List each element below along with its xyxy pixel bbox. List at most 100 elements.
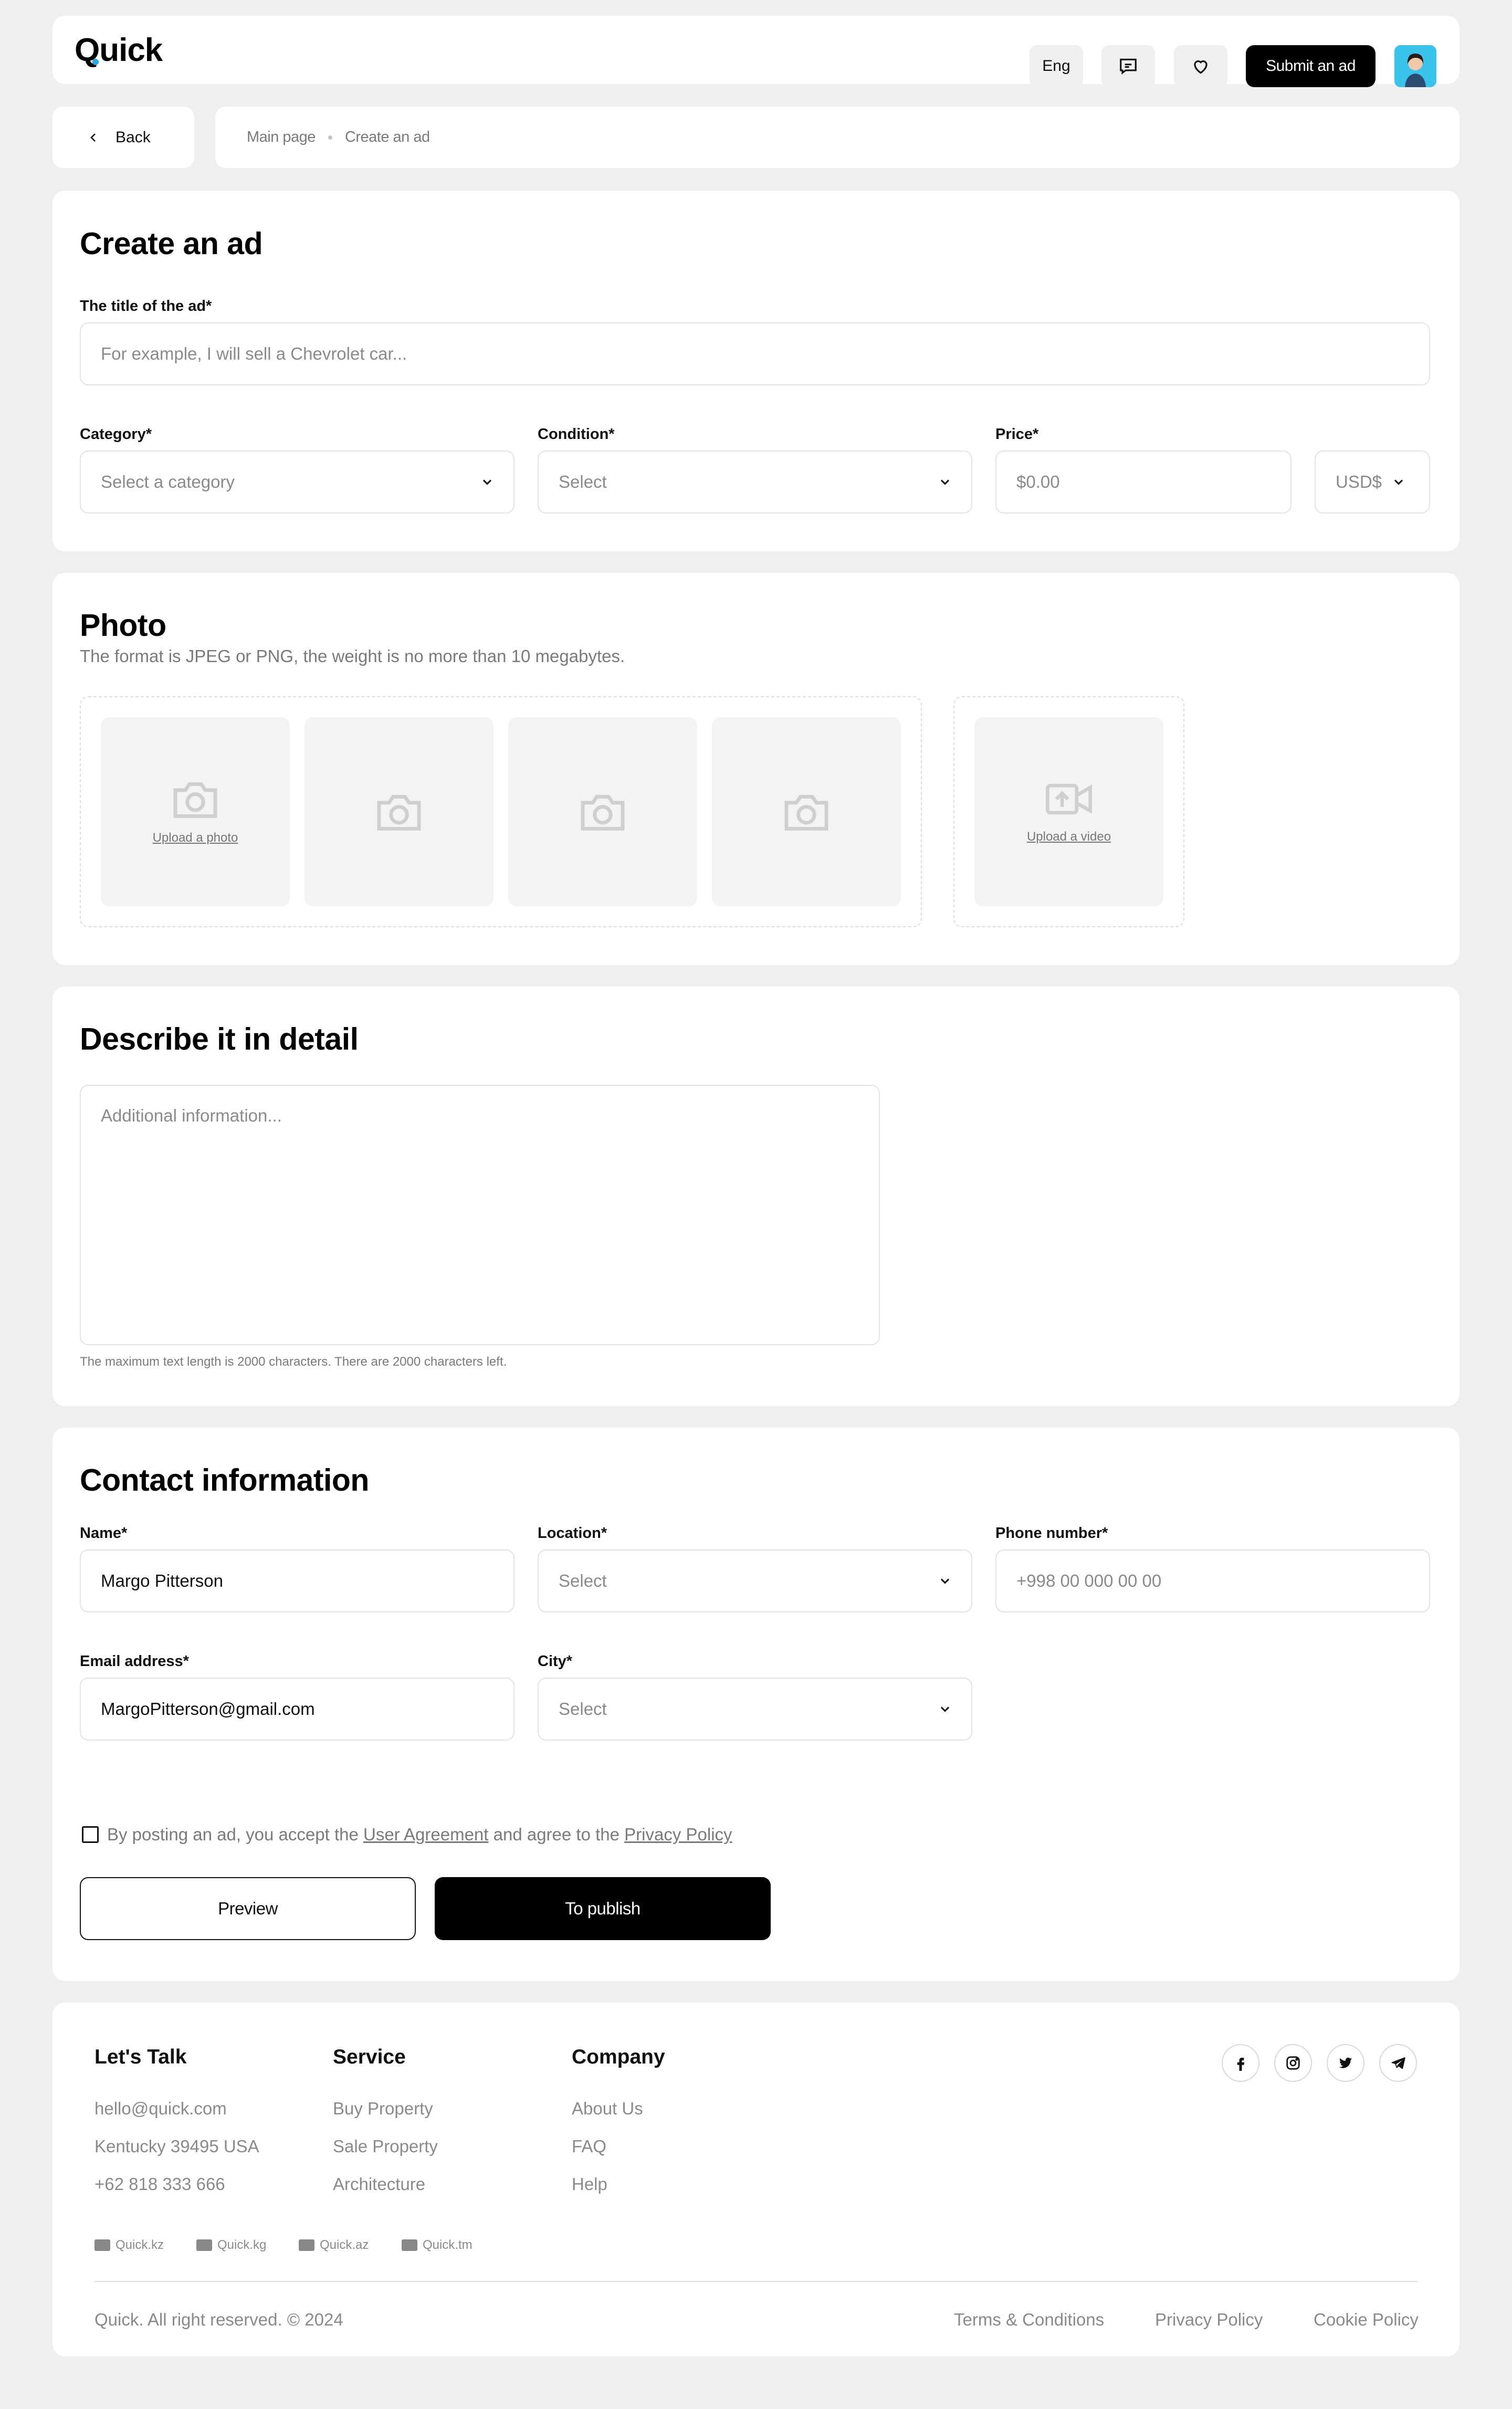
photo-title: Photo [80, 608, 166, 643]
location-select[interactable]: Select [538, 1549, 972, 1612]
terms-link[interactable]: Terms & Conditions [954, 2310, 1104, 2330]
facebook-button[interactable] [1222, 2044, 1259, 2082]
domain-link-tm[interactable]: Quick.tm [402, 2238, 472, 2253]
chevron-down-icon [1394, 479, 1403, 485]
agreement-row: By posting an ad, you accept the User Ag… [82, 1825, 732, 1845]
avatar[interactable] [1394, 45, 1436, 87]
twitter-button[interactable] [1327, 2044, 1364, 2082]
messages-button[interactable] [1101, 45, 1155, 87]
photo-subtitle: The format is JPEG or PNG, the weight is… [80, 646, 625, 666]
tm-flag-icon [402, 2239, 417, 2251]
description-textarea[interactable]: Additional information... [80, 1085, 880, 1345]
publish-label: To publish [565, 1899, 640, 1918]
footer-help-link[interactable]: Help [572, 2174, 607, 2194]
kz-flag-icon [94, 2239, 110, 2251]
city-label: City* [538, 1653, 573, 1670]
twitter-icon [1339, 2057, 1352, 2068]
back-button[interactable]: Back [52, 107, 194, 168]
domain-tm-label: Quick.tm [423, 2238, 472, 2252]
name-input[interactable]: Margo Pitterson [80, 1549, 514, 1612]
price-placeholder: $0.00 [1016, 472, 1060, 491]
price-input[interactable]: $0.00 [995, 451, 1292, 514]
footer-faq-link[interactable]: FAQ [572, 2136, 606, 2156]
breadcrumb-main-page[interactable]: Main page [247, 129, 316, 146]
az-flag-icon [299, 2239, 314, 2251]
preview-button[interactable]: Preview [80, 1877, 416, 1940]
phone-label: Phone number* [995, 1525, 1108, 1542]
user-avatar-icon [1394, 45, 1436, 87]
footer-sale-property-link[interactable]: Sale Property [333, 2136, 438, 2156]
footer-lets-talk-title: Let's Talk [94, 2046, 187, 2068]
footer-architecture-link[interactable]: Architecture [333, 2174, 425, 2194]
photo-slot-2[interactable] [304, 717, 494, 906]
kg-flag-icon [196, 2239, 212, 2251]
user-agreement-link[interactable]: User Agreement [363, 1825, 488, 1845]
upload-video-link[interactable]: Upload a video [1027, 830, 1111, 844]
footer-service-title: Service [333, 2046, 406, 2068]
video-upload-icon [1046, 783, 1092, 815]
name-label: Name* [80, 1525, 128, 1542]
footer-about-link[interactable]: About Us [572, 2099, 643, 2119]
category-value: Select a category [101, 472, 235, 491]
privacy-policy-link[interactable]: Privacy Policy [624, 1825, 732, 1845]
phone-placeholder: +998 00 000 00 00 [1016, 1571, 1162, 1590]
footer-buy-property-link[interactable]: Buy Property [333, 2099, 433, 2119]
describe-title: Describe it in detail [80, 1022, 359, 1056]
description-hint: The maximum text length is 2000 characte… [80, 1355, 507, 1369]
publish-button[interactable]: To publish [435, 1877, 771, 1940]
logo-text: Quick [75, 32, 163, 68]
photo-slot-4[interactable] [712, 717, 901, 906]
footer-privacy-link[interactable]: Privacy Policy [1155, 2310, 1263, 2330]
footer-company-title: Company [572, 2046, 665, 2068]
footer-email-link[interactable]: hello@quick.com [94, 2099, 227, 2119]
domain-link-az[interactable]: Quick.az [299, 2238, 369, 2253]
email-label: Email address* [80, 1653, 189, 1670]
email-input[interactable]: MargoPitterson@gmail.com [80, 1678, 514, 1741]
favorites-button[interactable] [1174, 45, 1227, 87]
facebook-icon [1237, 2058, 1245, 2071]
chevron-down-icon [482, 479, 492, 485]
telegram-icon [1391, 2057, 1405, 2069]
breadcrumb-current: Create an ad [344, 129, 430, 145]
upload-photo-link[interactable]: Upload a photo [153, 831, 238, 845]
category-select[interactable]: Select a category [80, 451, 514, 514]
chevron-left-icon [90, 133, 96, 142]
instagram-button[interactable] [1274, 2044, 1312, 2082]
create-ad-title: Create an ad [80, 226, 263, 261]
currency-value: USD$ [1336, 472, 1382, 491]
currency-select[interactable]: USD$ [1315, 451, 1430, 514]
domain-link-kg[interactable]: Quick.kg [196, 2238, 266, 2253]
description-placeholder: Additional information... [101, 1106, 282, 1125]
logo[interactable]: Quick [75, 32, 163, 69]
domain-link-kz[interactable]: Quick.kz [94, 2238, 164, 2253]
agreement-checkbox[interactable] [82, 1826, 99, 1843]
cookie-policy-link[interactable]: Cookie Policy [1314, 2310, 1419, 2330]
category-label: Category* [80, 426, 152, 443]
footer-phone-link[interactable]: +62 818 333 666 [94, 2174, 225, 2194]
breadcrumb-separator-icon [328, 135, 332, 140]
ad-title-input[interactable]: For example, I will sell a Chevrolet car… [80, 322, 1430, 385]
camera-icon [173, 782, 217, 818]
agreement-text-prefix: By posting an ad, you accept the [107, 1825, 363, 1844]
photo-slot-1[interactable]: Upload a photo [101, 717, 290, 906]
photo-slot-3[interactable] [508, 717, 697, 906]
chevron-down-icon [940, 1706, 950, 1712]
price-label: Price* [995, 426, 1039, 443]
location-value: Select [559, 1571, 607, 1590]
condition-select[interactable]: Select [538, 451, 972, 514]
top-header: Quick Eng Submit an ad [52, 16, 1460, 87]
phone-input[interactable]: +998 00 000 00 00 [995, 1549, 1430, 1612]
footer-divider [94, 2281, 1418, 2282]
submit-ad-button[interactable]: Submit an ad [1246, 45, 1376, 87]
video-slot[interactable]: Upload a video [974, 717, 1163, 906]
camera-icon [581, 795, 625, 831]
ad-title-label: The title of the ad* [80, 298, 212, 315]
camera-icon [377, 795, 421, 831]
logo-dot-icon [92, 59, 99, 65]
city-select[interactable]: Select [538, 1678, 972, 1741]
language-button[interactable]: Eng [1030, 45, 1083, 87]
telegram-button[interactable] [1379, 2044, 1417, 2082]
chat-icon [1120, 58, 1137, 75]
back-label: Back [116, 128, 151, 146]
email-value: MargoPitterson@gmail.com [101, 1699, 315, 1719]
